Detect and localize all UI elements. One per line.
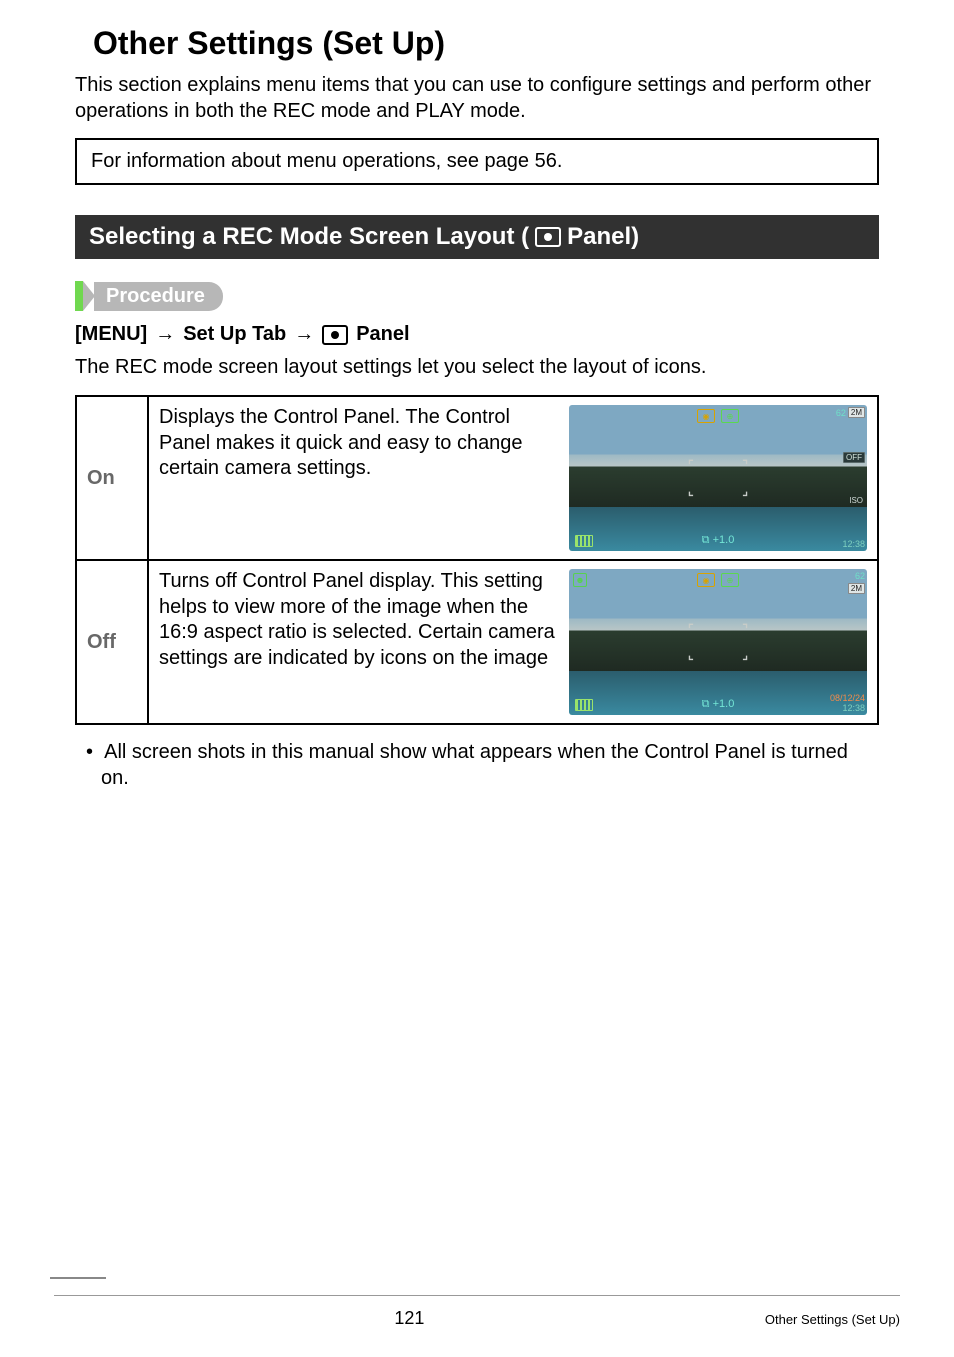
size-badge: 2M: [848, 583, 865, 594]
intro-text: This section explains menu items that yo…: [75, 72, 879, 124]
time-label: 12:38: [842, 539, 865, 549]
note-bullet: • All screen shots in this manual show w…: [75, 739, 879, 791]
row-text-on: Displays the Control Panel. The Control …: [159, 405, 555, 551]
focus-brackets-icon: ⌜⌝⌞⌟: [688, 622, 748, 662]
table-row: On Displays the Control Panel. The Contr…: [76, 396, 878, 560]
ev-icon: ⧉: [702, 698, 710, 710]
arrow-icon: →: [294, 323, 314, 346]
right-info: 62 2M 08/12/24 12:38: [821, 571, 865, 713]
rec-panel-icon: [535, 227, 561, 247]
ev-indicator: ⧉ +1.0: [702, 698, 735, 711]
section-header-prefix: Selecting a REC Mode Screen Layout (: [89, 223, 529, 251]
camera-screenshot-on: ◉ ⊕ ⌜⌝⌞⌟ 62 2M OFF ISO: [569, 405, 867, 551]
page-number: 121: [54, 1308, 765, 1329]
row-body-cell: Displays the Control Panel. The Control …: [148, 396, 878, 560]
row-body-cell: Turns off Control Panel display. This se…: [148, 560, 878, 724]
page-footer: 121 Other Settings (Set Up): [0, 1295, 954, 1357]
row-label-off: Off: [76, 560, 148, 724]
ev-icon: ⧉: [702, 534, 710, 546]
row-label-on: On: [76, 396, 148, 560]
top-icons: ◉ ⊕: [569, 409, 867, 423]
shot-count: 62: [855, 571, 865, 581]
procedure-badge: Procedure: [75, 281, 879, 311]
bottom-left-icons: [575, 535, 593, 547]
ev-indicator: ⧉ +1.0: [702, 534, 735, 547]
procedure-label: Procedure: [94, 282, 223, 311]
mode-icon: ⊕: [721, 573, 739, 587]
film-icon: [575, 699, 593, 711]
size-badge: 2M: [848, 407, 865, 418]
procedure-menu: [MENU]: [75, 323, 147, 346]
mode-icon: ⊕: [721, 409, 739, 423]
camera-icon: ◉: [697, 573, 715, 587]
control-panel-strip: 62 2M OFF ISO 12:38: [831, 407, 865, 549]
row-text-off: Turns off Control Panel display. This se…: [159, 569, 555, 715]
settings-table: On Displays the Control Panel. The Contr…: [75, 395, 879, 725]
layout-description: The REC mode screen layout settings let …: [75, 356, 879, 379]
table-row: Off Turns off Control Panel display. Thi…: [76, 560, 878, 724]
date-label: 08/12/24: [830, 693, 865, 703]
procedure-accent: [75, 281, 83, 311]
info-box: For information about menu operations, s…: [75, 138, 879, 185]
ev-value: +1.0: [713, 534, 735, 546]
focus-brackets-icon: ⌜⌝⌞⌟: [688, 458, 748, 498]
procedure-panel: Panel: [356, 323, 409, 346]
section-header-suffix: Panel): [567, 223, 639, 251]
camera-icon: ◉: [697, 409, 715, 423]
section-header: Selecting a REC Mode Screen Layout ( Pan…: [75, 215, 879, 259]
time-label: 12:38: [830, 703, 865, 713]
rec-panel-icon: [322, 325, 348, 345]
flash-off-badge: OFF: [843, 452, 865, 463]
camera-screenshot-off: ☻ ◉ ⊕ ⌜⌝⌞⌟ 62 2M: [569, 569, 867, 715]
footer-section-label: Other Settings (Set Up): [765, 1312, 900, 1327]
procedure-setup: Set Up Tab: [183, 323, 286, 346]
bottom-left-icons: [575, 699, 593, 711]
footer-accent: [50, 1277, 106, 1279]
shot-count: 62: [836, 408, 846, 418]
procedure-steps: [MENU] → Set Up Tab → Panel: [75, 323, 879, 346]
note-text: All screen shots in this manual show wha…: [101, 741, 848, 789]
manual-page: Other Settings (Set Up) This section exp…: [0, 0, 954, 1357]
page-title: Other Settings (Set Up): [93, 25, 879, 62]
film-icon: [575, 535, 593, 547]
arrow-icon: →: [155, 323, 175, 346]
ev-value: +1.0: [713, 698, 735, 710]
iso-badge: ISO: [847, 496, 865, 505]
